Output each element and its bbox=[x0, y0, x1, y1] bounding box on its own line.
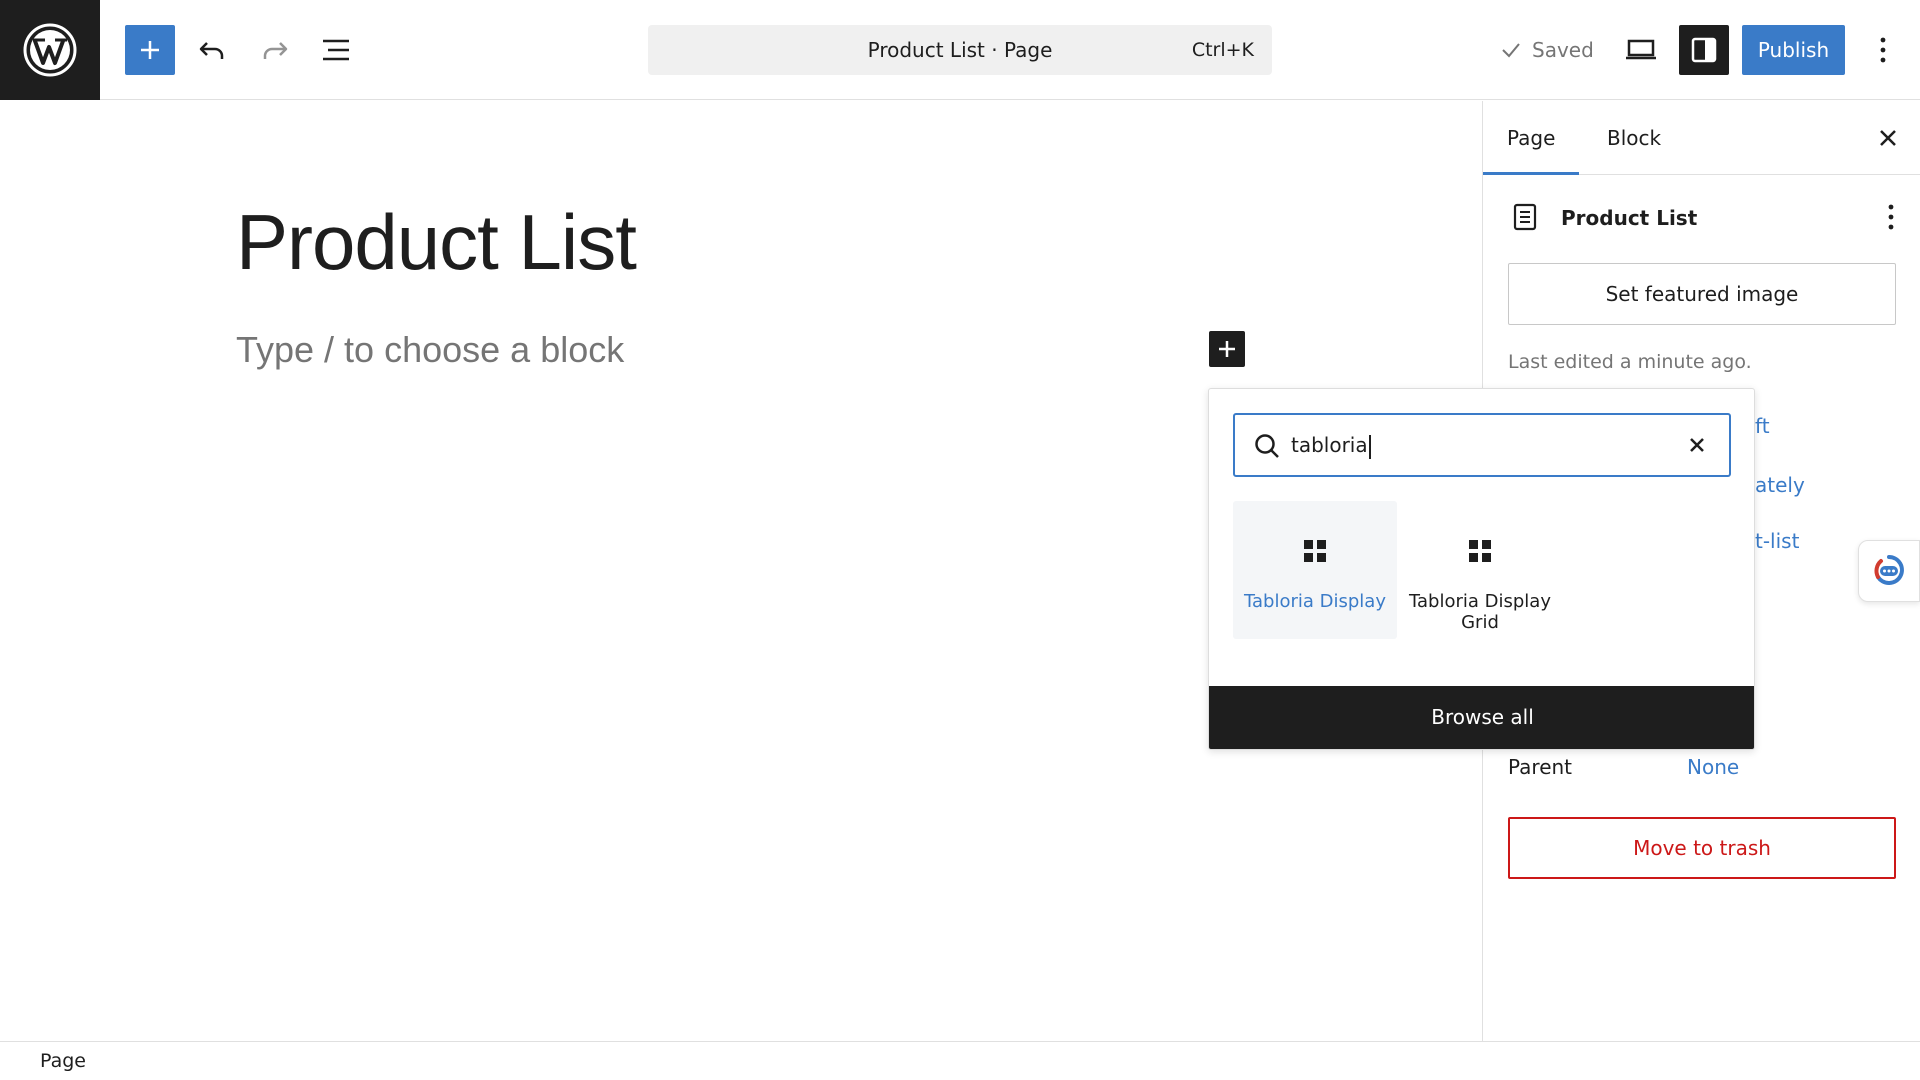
redo-icon bbox=[263, 42, 288, 59]
block-result-label: Tabloria Display Grid bbox=[1409, 591, 1551, 633]
more-vertical-icon bbox=[1880, 37, 1886, 63]
parent-label: Parent bbox=[1508, 755, 1573, 779]
preview-button[interactable] bbox=[1616, 25, 1666, 75]
block-result-tabloria-display-grid[interactable]: Tabloria Display Grid bbox=[1398, 501, 1562, 639]
parent-selector-link[interactable]: None bbox=[1687, 755, 1739, 779]
document-title-label: Product List bbox=[1561, 206, 1698, 230]
block-breadcrumb-bar: Page bbox=[0, 1041, 1920, 1080]
page-icon bbox=[1513, 203, 1537, 231]
text-cursor bbox=[1368, 434, 1371, 459]
wordpress-icon bbox=[23, 23, 77, 77]
close-icon bbox=[1880, 130, 1896, 146]
tab-block[interactable]: Block bbox=[1583, 101, 1685, 175]
editor-toolbar: Product List · Page Ctrl+K Saved Publish bbox=[0, 0, 1920, 100]
grid-icon bbox=[1469, 540, 1491, 562]
saved-label: Saved bbox=[1532, 38, 1594, 62]
plus-icon bbox=[141, 41, 159, 59]
command-palette-bar[interactable]: Product List · Page Ctrl+K bbox=[648, 25, 1272, 75]
status-link[interactable]: ft bbox=[1755, 414, 1770, 438]
check-icon bbox=[1502, 43, 1520, 58]
close-sidebar-button[interactable] bbox=[1873, 123, 1903, 153]
undo-icon bbox=[199, 42, 224, 59]
set-featured-image-button[interactable]: Set featured image bbox=[1508, 263, 1896, 325]
search-icon bbox=[1255, 434, 1279, 458]
publish-date-link[interactable]: ately bbox=[1755, 473, 1805, 497]
sidebar-tabs: Page Block bbox=[1483, 101, 1920, 175]
document-title: Product List · Page bbox=[867, 38, 1053, 62]
page-title[interactable]: Product List bbox=[236, 197, 637, 288]
clear-search-button[interactable] bbox=[1683, 431, 1711, 459]
sidebar-icon bbox=[1691, 37, 1717, 63]
redo-button[interactable] bbox=[250, 25, 300, 75]
close-icon bbox=[1690, 438, 1704, 452]
inline-add-block-button[interactable] bbox=[1209, 331, 1245, 367]
move-to-trash-button[interactable]: Move to trash bbox=[1508, 817, 1896, 879]
block-result-label: Tabloria Display bbox=[1244, 591, 1386, 612]
last-edited-text: Last edited a minute ago. bbox=[1508, 351, 1752, 373]
list-view-icon bbox=[323, 39, 349, 61]
search-input-value: tabloria bbox=[1291, 433, 1368, 457]
tab-page[interactable]: Page bbox=[1483, 101, 1580, 175]
saved-status: Saved bbox=[1500, 25, 1594, 75]
block-search-input[interactable]: tabloria bbox=[1233, 413, 1731, 477]
desktop-icon bbox=[1626, 39, 1656, 60]
block-placeholder[interactable]: Type / to choose a block bbox=[236, 329, 624, 371]
settings-toggle-button[interactable] bbox=[1679, 25, 1729, 75]
slug-link[interactable]: t-list bbox=[1755, 529, 1799, 553]
breadcrumb-item[interactable]: Page bbox=[40, 1042, 86, 1080]
plus-icon bbox=[1219, 341, 1235, 357]
grid-icon bbox=[1304, 540, 1326, 562]
document-summary: Product List bbox=[1513, 201, 1903, 235]
shortcut-hint: Ctrl+K bbox=[1191, 39, 1254, 61]
document-overview-button[interactable] bbox=[312, 25, 362, 75]
wordpress-logo-button[interactable] bbox=[0, 0, 100, 100]
undo-button[interactable] bbox=[187, 25, 237, 75]
browse-all-button[interactable]: Browse all bbox=[1209, 686, 1754, 749]
block-result-tabloria-display[interactable]: Tabloria Display bbox=[1233, 501, 1397, 639]
options-menu-button[interactable] bbox=[1858, 25, 1908, 75]
block-inserter-popover: tabloria Tabloria Display Tabloria Displ… bbox=[1208, 388, 1755, 750]
chat-bubble-icon bbox=[1874, 555, 1904, 585]
publish-button[interactable]: Publish bbox=[1742, 25, 1845, 75]
more-vertical-icon[interactable] bbox=[1887, 203, 1895, 231]
add-block-button[interactable] bbox=[125, 25, 175, 75]
chat-support-widget[interactable] bbox=[1858, 540, 1920, 602]
